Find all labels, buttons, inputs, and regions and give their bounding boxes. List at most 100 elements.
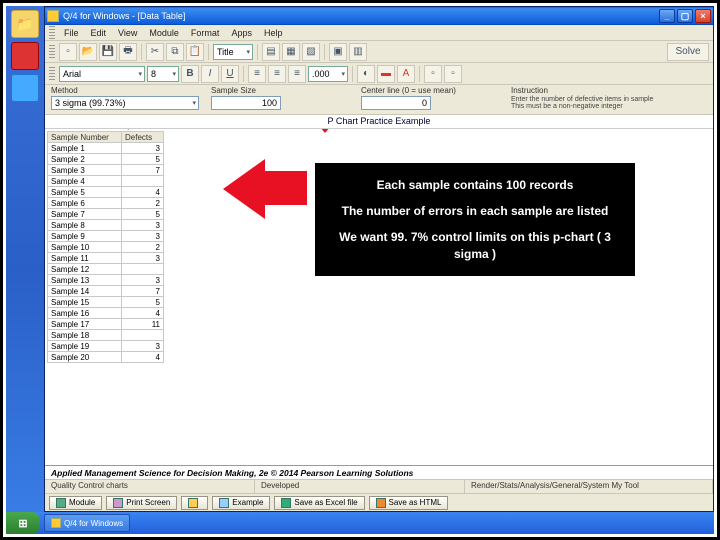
callout-line: The number of errors in each sample are … [327, 203, 623, 219]
desktop-icon[interactable] [11, 74, 39, 102]
gripper-icon [49, 26, 55, 40]
table-row: Sample 54 [48, 187, 164, 198]
title-dropdown[interactable]: Title [213, 44, 253, 60]
taskbar-app-button[interactable]: Q/4 for Windows [44, 514, 130, 532]
open-icon[interactable]: 📂 [79, 43, 97, 61]
method-select[interactable]: 3 sigma (99.73%) [51, 96, 199, 110]
save-html-button[interactable]: Save as HTML [369, 496, 449, 510]
solve-button[interactable]: Solve [667, 43, 709, 61]
desktop-icon[interactable] [11, 42, 39, 70]
close-button[interactable]: × [695, 9, 711, 23]
col-sample: Sample Number [48, 132, 122, 143]
table-row: Sample 204 [48, 352, 164, 363]
menu-edit[interactable]: Edit [86, 27, 112, 39]
table-row: Sample 193 [48, 341, 164, 352]
gripper-icon [49, 45, 55, 59]
bottom-button-row: Module Print Screen Example Save as Exce… [45, 493, 713, 511]
menu-module[interactable]: Module [144, 27, 184, 39]
document-title: P Chart Practice Example [45, 115, 713, 129]
fill-icon[interactable]: ▬ [377, 65, 395, 83]
data-area: Sample Number Defects Sample 13 Sample 2… [45, 129, 713, 465]
underline-icon[interactable]: U [221, 65, 239, 83]
table-row: Sample 37 [48, 165, 164, 176]
copy-icon[interactable]: ⧉ [166, 43, 184, 61]
align-right-icon[interactable]: ≡ [288, 65, 306, 83]
titlebar: Q/4 for Windows - [Data Table] _ ▢ × [45, 7, 713, 25]
tool-icon[interactable]: ▫ [444, 65, 462, 83]
example-icon [219, 498, 229, 508]
tool-icon[interactable]: ▤ [262, 43, 280, 61]
toolbar-main: ▫ 📂 💾 🖶 ✂ ⧉ 📋 Title ▤ ▦ ▧ ▣ ▥ Solve [45, 41, 713, 63]
print-icon [113, 498, 123, 508]
center-line-input[interactable]: 0 [361, 96, 431, 110]
table-row: Sample 164 [48, 308, 164, 319]
table-row: Sample 1711 [48, 319, 164, 330]
color-icon[interactable]: ◐ [357, 65, 375, 83]
font-color-icon[interactable]: A [397, 65, 415, 83]
sample-size-input[interactable]: 100 [211, 96, 281, 110]
status-left: Quality Control charts [45, 480, 255, 493]
menu-help[interactable]: Help [259, 27, 288, 39]
table-row: Sample 113 [48, 253, 164, 264]
excel-icon [281, 498, 291, 508]
tool-button[interactable] [181, 496, 208, 510]
tool-icon[interactable]: ▥ [349, 43, 367, 61]
align-left-icon[interactable]: ≡ [248, 65, 266, 83]
module-button[interactable]: Module [49, 496, 102, 510]
menu-file[interactable]: File [59, 27, 84, 39]
align-center-icon[interactable]: ≡ [268, 65, 286, 83]
toolbar-format: Arial 8 B I U ≡ ≡ ≡ .000 ◐ ▬ A ▫ ▫ [45, 63, 713, 85]
desktop-strip: 📁 [6, 6, 44, 534]
gripper-icon [49, 67, 55, 81]
parameter-row: Method 3 sigma (99.73%) Sample Size 100 … [45, 85, 713, 115]
paste-icon[interactable]: 📋 [186, 43, 204, 61]
menu-view[interactable]: View [113, 27, 142, 39]
footer-text: Applied Management Science for Decision … [45, 465, 713, 479]
table-row: Sample 18 [48, 330, 164, 341]
tool-icon[interactable]: ▫ [424, 65, 442, 83]
menubar: File Edit View Module Format Apps Help [45, 25, 713, 41]
statusbar: Quality Control charts Developed Render/… [45, 479, 713, 493]
tool-icon[interactable]: ▧ [302, 43, 320, 61]
center-line-label: Center line (0 = use mean) [361, 86, 499, 95]
table-row: Sample 13 [48, 143, 164, 154]
module-icon [56, 498, 66, 508]
zoom-select[interactable]: .000 [308, 66, 348, 82]
tool-icon[interactable]: ▣ [329, 43, 347, 61]
example-button[interactable]: Example [212, 496, 270, 510]
instruction-label: Instruction [511, 86, 707, 95]
instruction-text: Enter the number of defective items in s… [511, 96, 707, 110]
new-icon[interactable]: ▫ [59, 43, 77, 61]
status-mid: Developed [255, 480, 465, 493]
print-icon[interactable]: 🖶 [119, 43, 137, 61]
italic-icon[interactable]: I [201, 65, 219, 83]
minimize-button[interactable]: _ [659, 9, 675, 23]
font-name-select[interactable]: Arial [59, 66, 145, 82]
annotation-callout: Each sample contains 100 records The num… [315, 163, 635, 276]
menu-format[interactable]: Format [186, 27, 225, 39]
cut-icon[interactable]: ✂ [146, 43, 164, 61]
callout-line: We want 99. 7% control limits on this p-… [327, 229, 623, 261]
desktop-icon[interactable]: 📁 [11, 10, 39, 38]
app-icon [47, 10, 59, 22]
table-row: Sample 4 [48, 176, 164, 187]
menu-apps[interactable]: Apps [226, 27, 257, 39]
app-icon [51, 518, 61, 528]
table-row: Sample 133 [48, 275, 164, 286]
status-right: Render/Stats/Analysis/General/System My … [465, 480, 713, 493]
bold-icon[interactable]: B [181, 65, 199, 83]
save-icon[interactable]: 💾 [99, 43, 117, 61]
taskbar: ⊞ Q/4 for Windows [6, 512, 714, 534]
taskbar-app-label: Q/4 for Windows [64, 519, 123, 528]
table-row: Sample 25 [48, 154, 164, 165]
table-row: Sample 12 [48, 264, 164, 275]
start-button[interactable]: ⊞ [6, 512, 40, 534]
print-screen-button[interactable]: Print Screen [106, 496, 177, 510]
tool-icon[interactable]: ▦ [282, 43, 300, 61]
table-row: Sample 75 [48, 209, 164, 220]
app-window: Q/4 for Windows - [Data Table] _ ▢ × Fil… [44, 6, 714, 512]
font-size-select[interactable]: 8 [147, 66, 179, 82]
table-row: Sample 155 [48, 297, 164, 308]
save-excel-button[interactable]: Save as Excel file [274, 496, 364, 510]
maximize-button[interactable]: ▢ [677, 9, 693, 23]
